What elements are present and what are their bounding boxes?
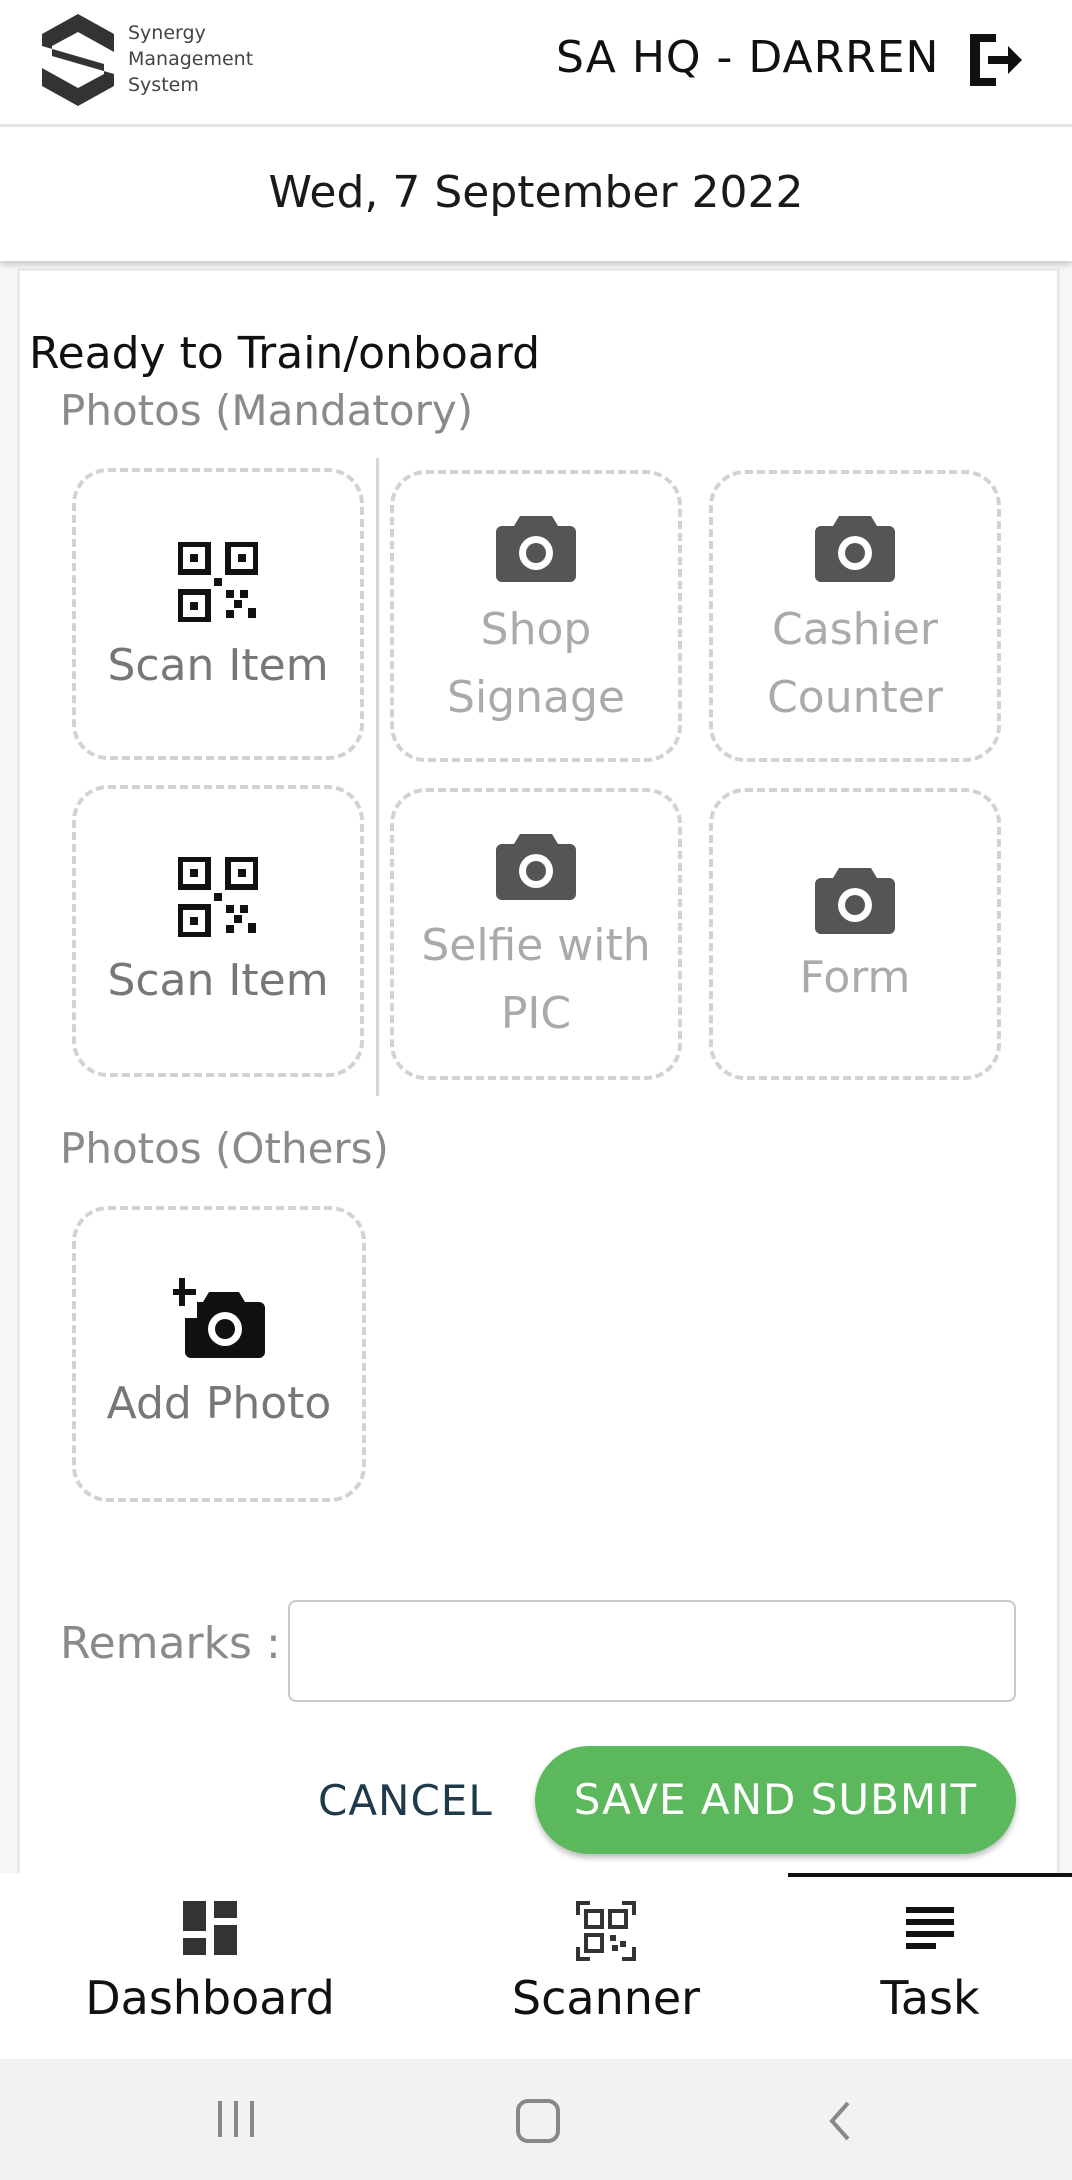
remarks-label: Remarks : [60,1618,281,1669]
nav-dashboard[interactable]: Dashboard [60,1873,360,2059]
logo-text-line-3: System [128,74,199,96]
tile-label: Scan Item [107,640,329,691]
nav-label: Scanner [511,1971,701,2025]
dashboard-icon [183,1901,237,1955]
tile-divider [376,458,379,1096]
photos-mandatory-label: Photos (Mandatory) [60,386,474,435]
scan-item-tile-1[interactable]: Scan Item [72,468,364,760]
bottom-nav: Dashboard Scanner Task [0,1873,1072,2059]
photos-others-label: Photos (Others) [60,1124,389,1173]
synergy-logo [42,14,114,106]
logo-text-line-1: Synergy [128,22,206,44]
home-icon[interactable] [514,2097,562,2145]
scan-item-tile-2[interactable]: Scan Item [72,785,364,1077]
recent-apps-icon[interactable] [214,2097,258,2141]
form-tile[interactable]: Form [709,788,1001,1080]
remarks-input[interactable] [288,1600,1016,1702]
qr-scanner-icon [576,1901,636,1961]
tile-label: Scan Item [107,955,329,1006]
task-title: Ready to Train/onboard [29,328,541,379]
nav-task[interactable]: Task [788,1873,1072,2059]
back-icon[interactable] [824,2097,854,2145]
camera-icon [815,868,895,934]
qr-code-icon [178,857,258,937]
system-nav-bar [0,2059,1072,2180]
camera-icon [496,834,576,900]
save-and-submit-button[interactable]: SAVE AND SUBMIT [535,1746,1016,1854]
logo-text-line-2: Management [128,48,254,70]
logout-icon[interactable] [962,28,1026,92]
tile-label: Add Photo [106,1378,332,1429]
nav-label: Dashboard [85,1971,335,2025]
nav-scanner[interactable]: Scanner [456,1873,756,2059]
tile-label: Shop Signage [447,604,625,723]
task-list-icon [906,1907,954,1949]
cashier-counter-tile[interactable]: Cashier Counter [709,470,1001,762]
camera-icon [496,516,576,582]
qr-code-icon [178,542,258,622]
cancel-button[interactable]: CANCEL [318,1776,493,1825]
app-header: Synergy Management System SA HQ - DARREN [0,0,1072,127]
nav-label: Task [880,1971,980,2025]
tile-label: Selfie with PIC [421,920,651,1039]
shop-signage-tile[interactable]: Shop Signage [390,470,682,762]
add-photo-tile[interactable]: Add Photo [72,1206,366,1502]
selfie-with-pic-tile[interactable]: Selfie with PIC [390,788,682,1080]
camera-icon [815,516,895,582]
date-bar: Wed, 7 September 2022 [0,127,1072,261]
logo-text: Synergy Management System [128,20,253,98]
tile-label: Cashier Counter [767,604,943,723]
current-date: Wed, 7 September 2022 [268,167,804,218]
add-photo-icon [173,1278,265,1358]
user-name: SA HQ - DARREN [556,32,940,83]
tile-label: Form [799,952,911,1003]
